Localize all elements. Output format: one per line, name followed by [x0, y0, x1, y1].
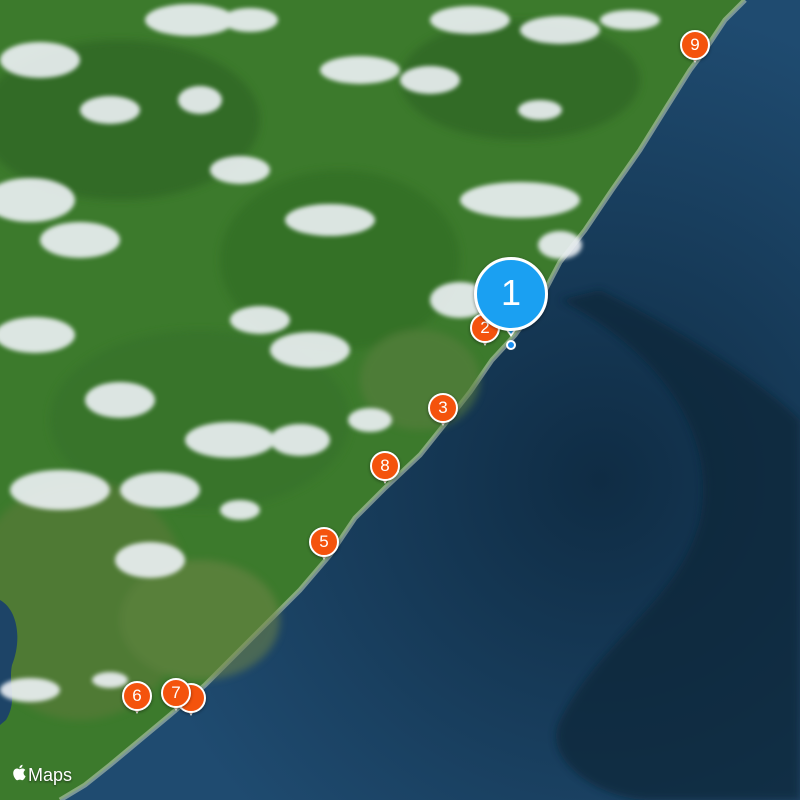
satellite-imagery — [0, 0, 800, 800]
pin-label: 3 — [428, 393, 458, 423]
maps-attribution[interactable]: Maps — [12, 764, 72, 786]
apple-logo-icon — [12, 764, 26, 786]
pin-label: 8 — [370, 451, 400, 481]
pin-label: 5 — [309, 527, 339, 557]
pin-label: 9 — [680, 30, 710, 60]
attribution-text: Maps — [28, 764, 73, 785]
pin-label: 6 — [122, 681, 152, 711]
pin-label: 1 — [474, 257, 548, 331]
pin-label: 7 — [161, 678, 191, 708]
map-canvas[interactable]: 9 2 3 8 5 6 7 1 Maps — [0, 0, 800, 800]
current-location-dot — [506, 340, 516, 350]
